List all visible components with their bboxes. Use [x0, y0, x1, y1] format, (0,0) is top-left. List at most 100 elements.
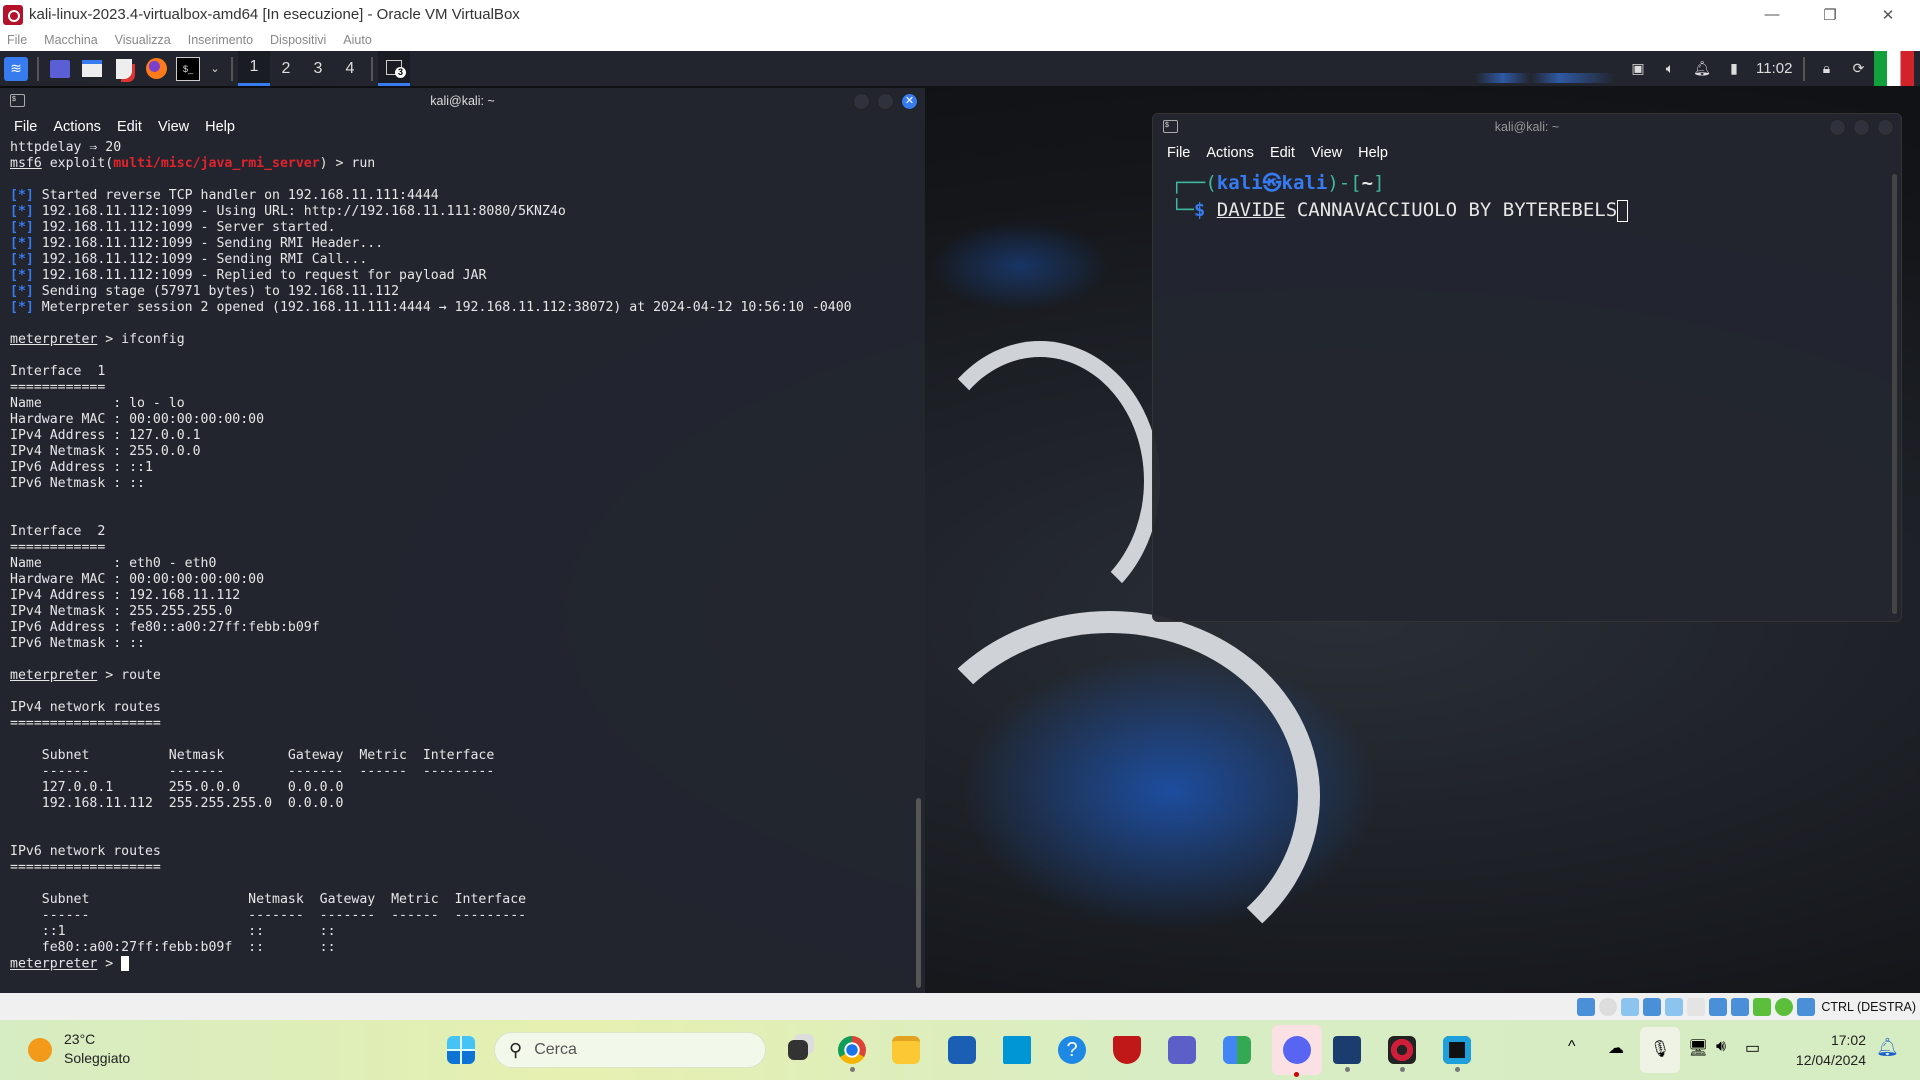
- battery-icon[interactable]: ▮: [1722, 57, 1746, 81]
- sun-weather-icon[interactable]: [28, 1038, 52, 1062]
- microsoft-store-icon[interactable]: [942, 1030, 982, 1070]
- network-icon[interactable]: ▣: [1626, 57, 1650, 81]
- firefox-icon[interactable]: [144, 57, 168, 81]
- guest-additions-icon[interactable]: [1775, 997, 1794, 1016]
- kali-menu-icon[interactable]: ≋: [4, 56, 28, 81]
- terminal-title: kali@kali: ~: [1494, 120, 1560, 134]
- notification-bell-icon[interactable]: 🔔︎: [1876, 1037, 1899, 1058]
- terminal-line: IPv6 Netmask : ::: [10, 476, 925, 492]
- help-icon[interactable]: ?: [1052, 1030, 1092, 1070]
- workspace-1[interactable]: 1: [238, 51, 270, 86]
- terminal-line: Name : eth0 - eth0: [10, 556, 925, 572]
- maximize-button[interactable]: [1853, 119, 1870, 136]
- vm-window-icon[interactable]: [1382, 1030, 1422, 1072]
- wallpaper-blue-glow: [930, 221, 1110, 311]
- panel-clock[interactable]: 11:02: [1756, 60, 1792, 77]
- menu-file[interactable]: File: [14, 119, 37, 135]
- logout-icon[interactable]: ⟳: [1846, 57, 1870, 81]
- onedrive-error-icon[interactable]: ☁: [1608, 1038, 1624, 1058]
- network-adapter-icon[interactable]: [1643, 997, 1662, 1016]
- google-meet-icon[interactable]: [1217, 1030, 1257, 1070]
- mic-muted-icon[interactable]: 🎙︎: [1640, 1027, 1680, 1073]
- line-text: >: [97, 956, 122, 972]
- menu-inserimento[interactable]: Inserimento: [188, 33, 253, 47]
- keyboard-layout-italy-flag-icon[interactable]: [1874, 51, 1915, 86]
- terminal-output[interactable]: httpdelay ⇒ 20 msf6 exploit(multi/misc/ja…: [0, 140, 925, 972]
- menu-edit[interactable]: Edit: [117, 119, 142, 135]
- line-text: IPv6 network routes: [10, 844, 161, 859]
- menu-view[interactable]: View: [158, 119, 189, 135]
- shared-folders-icon[interactable]: [1687, 997, 1706, 1016]
- menu-help[interactable]: Help: [205, 119, 235, 135]
- discord-icon[interactable]: [1272, 1025, 1322, 1077]
- mouse-integration-icon[interactable]: [1797, 997, 1816, 1016]
- menu-edit[interactable]: Edit: [1270, 145, 1295, 161]
- mcafee-icon[interactable]: [1107, 1030, 1147, 1070]
- terminal-output[interactable]: ┌──(kali㉿kali)-[~] └─$ DAVIDE CANNAVACCI…: [1153, 166, 1901, 224]
- volume-icon[interactable]: 🔈︎: [1658, 57, 1682, 81]
- text-editor-icon[interactable]: [112, 57, 136, 81]
- chrome-icon[interactable]: [832, 1030, 872, 1072]
- usb-icon[interactable]: [1665, 997, 1684, 1016]
- close-button[interactable]: [1877, 119, 1894, 136]
- audio-icon[interactable]: [1621, 997, 1640, 1016]
- workspace-4[interactable]: 4: [334, 51, 366, 86]
- teams-icon[interactable]: [1162, 1030, 1202, 1070]
- virtualbox-icon[interactable]: [1327, 1030, 1367, 1072]
- terminal-line: IPv4 Address : 127.0.0.1: [10, 428, 925, 444]
- recording-icon[interactable]: [1731, 997, 1750, 1016]
- window-titlebar: kali-linux-2023.4-virtualbox-amd64 [In e…: [0, 0, 1920, 29]
- file-manager-icon[interactable]: [80, 57, 104, 81]
- taskbar-clock[interactable]: 17:02 12/04/2024: [1780, 1030, 1866, 1070]
- workspace-3[interactable]: 3: [302, 51, 334, 86]
- close-button[interactable]: ✕: [1859, 0, 1917, 29]
- terminal-line: Name : lo - lo: [10, 396, 925, 412]
- virtualization-icon[interactable]: [1753, 997, 1772, 1016]
- weather-widget[interactable]: 23°C Soleggiato: [64, 1030, 130, 1068]
- windows-start-icon[interactable]: [441, 1030, 481, 1070]
- exploit-module: multi/misc/java_rmi_server: [113, 156, 320, 171]
- network-icon[interactable]: 🖥︎: [1688, 1038, 1708, 1058]
- terminal-icon[interactable]: $_: [176, 56, 200, 81]
- menu-visualizza[interactable]: Visualizza: [115, 33, 171, 47]
- scrollbar[interactable]: [1892, 174, 1897, 614]
- menu-file[interactable]: File: [1167, 145, 1190, 161]
- chevron-down-icon[interactable]: ⌄: [208, 57, 222, 81]
- hard-disk-icon[interactable]: [1577, 997, 1596, 1016]
- workspace-2[interactable]: 2: [270, 51, 302, 86]
- menu-macchina[interactable]: Macchina: [44, 33, 98, 47]
- search-box[interactable]: ⚲ Cerca: [494, 1032, 766, 1068]
- webex-icon[interactable]: [1437, 1030, 1477, 1072]
- taskbar-terminal-group[interactable]: 3: [378, 51, 410, 86]
- command-line: └─$ DAVIDE CANNAVACCIUOLO BY BYTEREBELS: [1171, 197, 1901, 224]
- myhp-icon[interactable]: [997, 1030, 1037, 1070]
- display-icon[interactable]: [1709, 997, 1728, 1016]
- optical-drive-icon[interactable]: [1599, 997, 1618, 1016]
- menu-actions[interactable]: Actions: [53, 119, 101, 135]
- notification-bell-icon[interactable]: 🔔︎: [1690, 57, 1714, 81]
- minimize-button[interactable]: [853, 93, 870, 110]
- line-text: httpdelay ⇒ 20: [10, 140, 122, 155]
- restore-button[interactable]: ❐: [1801, 0, 1859, 29]
- chevron-up-icon[interactable]: ^: [1568, 1038, 1576, 1056]
- menu-file[interactable]: File: [7, 33, 27, 47]
- file-explorer-icon[interactable]: [886, 1030, 926, 1070]
- desktop-icon[interactable]: [48, 57, 72, 81]
- menu-help[interactable]: Help: [1358, 145, 1388, 161]
- terminal-titlebar: $ kali@kali: ~ ✕: [0, 88, 925, 114]
- lock-icon[interactable]: 🔒︎: [1814, 57, 1838, 81]
- menu-aiuto[interactable]: Aiuto: [343, 33, 372, 47]
- close-button[interactable]: ✕: [901, 93, 918, 110]
- minimize-button[interactable]: [1829, 119, 1846, 136]
- battery-icon[interactable]: ▭: [1745, 1038, 1760, 1058]
- volume-icon[interactable]: 🔊︎: [1716, 1038, 1726, 1056]
- menu-actions[interactable]: Actions: [1206, 145, 1254, 161]
- maximize-button[interactable]: [877, 93, 894, 110]
- menu-view[interactable]: View: [1311, 145, 1342, 161]
- minimize-button[interactable]: —: [1743, 0, 1801, 29]
- scrollbar[interactable]: [916, 798, 921, 988]
- terminal-line: ============: [10, 540, 925, 556]
- task-view-icon[interactable]: [778, 1030, 818, 1070]
- menu-dispositivi[interactable]: Dispositivi: [270, 33, 326, 47]
